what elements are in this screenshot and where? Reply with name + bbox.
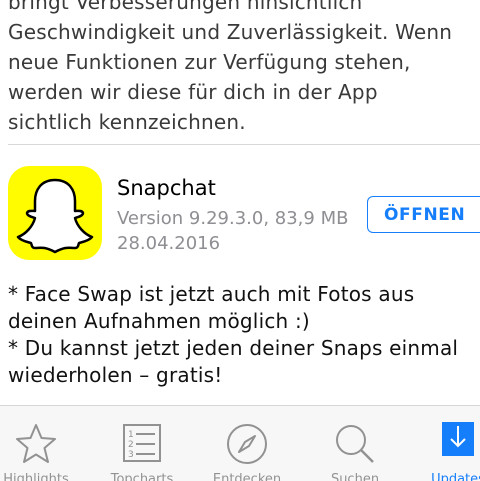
svg-text:1: 1 — [128, 430, 134, 440]
previous-update-notes: bringt Verbesserungen hinsichtlich Gesch… — [8, 0, 453, 134]
snapchat-ghost-icon — [16, 178, 94, 254]
app-version-size: Version 9.29.3.0, 83,9 MB — [117, 208, 349, 229]
svg-text:3: 3 — [128, 450, 134, 460]
compass-icon — [225, 422, 269, 470]
tab-highlights[interactable]: Highlights — [0, 406, 84, 481]
search-icon — [333, 422, 377, 470]
svg-text:2: 2 — [128, 440, 134, 450]
open-button[interactable]: ÖFFNEN — [367, 196, 480, 233]
tab-updates[interactable]: Updates — [410, 406, 480, 481]
app-release-date: 28.04.2016 — [117, 233, 221, 254]
snapchat-app-icon[interactable] — [8, 166, 102, 260]
download-icon — [442, 422, 474, 460]
list-icon: 1 2 3 — [122, 422, 162, 468]
tab-topcharts[interactable]: 1 2 3 Topcharts — [94, 406, 190, 481]
tab-explore[interactable]: Entdecken — [199, 406, 295, 481]
tab-bar: Highlights 1 2 3 Topcharts Entdecken Suc… — [0, 405, 480, 481]
tab-search[interactable]: Suchen — [307, 406, 403, 481]
app-name: Snapchat — [117, 176, 216, 200]
release-notes: * Face Swap ist jetzt auch mit Fotos aus… — [8, 282, 459, 387]
divider — [8, 144, 480, 145]
star-icon — [14, 422, 58, 470]
